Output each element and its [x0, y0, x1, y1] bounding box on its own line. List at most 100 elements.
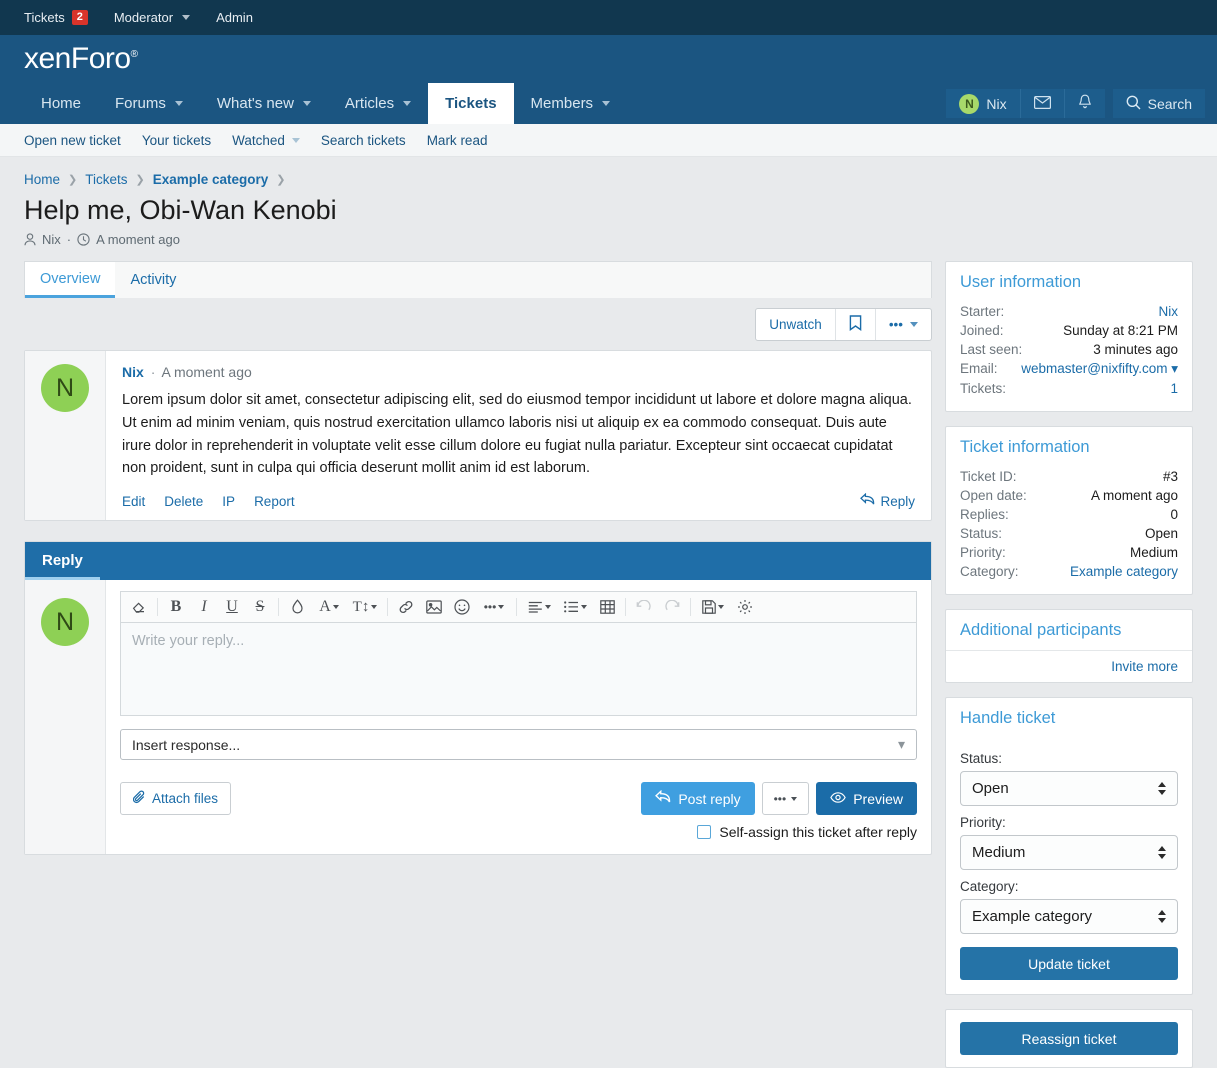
category-field-label: Category: [960, 879, 1178, 894]
strikethrough-button[interactable]: S [246, 594, 274, 620]
reassign-ticket-button[interactable]: Reassign ticket [960, 1022, 1178, 1055]
subnav-item-open-new-ticket[interactable]: Open new ticket [24, 133, 121, 148]
reply-editor-footer: Attach files Post reply [120, 782, 917, 840]
user-icon [24, 232, 36, 247]
user-info-row-last-seen: Last seen: 3 minutes ago [960, 340, 1178, 359]
breadcrumb-item-tickets[interactable]: Tickets [85, 172, 127, 187]
topbar-admin-link[interactable]: Admin [216, 10, 253, 25]
breadcrumb-item-example-category[interactable]: Example category [153, 172, 269, 187]
sidebar: User information Starter: Nix Joined: Su… [945, 261, 1193, 1068]
text-color-icon[interactable] [283, 594, 311, 620]
nav-item-members[interactable]: Members [514, 83, 628, 124]
update-ticket-button[interactable]: Update ticket [960, 947, 1178, 980]
subnav-label-search-tickets: Search tickets [321, 133, 406, 148]
ticket-info-row-open-date: Open date: A moment ago [960, 486, 1178, 505]
additional-participants-footer: Invite more [946, 651, 1192, 682]
status-field-label: Status: [960, 751, 1178, 766]
nav-item-home[interactable]: Home [24, 83, 98, 124]
unwatch-button[interactable]: Unwatch [756, 309, 836, 340]
subnav-item-mark-read[interactable]: Mark read [427, 133, 488, 148]
user-info-key-email: Email: [960, 361, 998, 376]
list-button[interactable] [557, 594, 593, 620]
status-select[interactable]: Open [960, 771, 1178, 806]
ellipsis-icon: ••• [484, 600, 497, 614]
category-select[interactable]: Example category [960, 899, 1178, 934]
image-icon[interactable] [420, 594, 448, 620]
post-action-report[interactable]: Report [254, 494, 295, 509]
chevron-down-icon [303, 101, 311, 106]
self-assign-checkbox[interactable] [697, 825, 711, 839]
post-author-link[interactable]: Nix [122, 364, 144, 380]
priority-select[interactable]: Medium [960, 835, 1178, 870]
emoji-icon[interactable] [448, 594, 476, 620]
post-timestamp[interactable]: A moment ago [161, 364, 251, 380]
user-menu-button[interactable]: N Nix [946, 89, 1020, 118]
self-assign-row[interactable]: Self-assign this ticket after reply [641, 824, 917, 840]
invite-more-link[interactable]: Invite more [1111, 659, 1178, 674]
user-info-value-starter[interactable]: Nix [1159, 304, 1179, 319]
font-family-button[interactable]: A [311, 594, 347, 620]
post-action-ip[interactable]: IP [222, 494, 235, 509]
topbar-moderator-link[interactable]: Moderator [114, 10, 190, 25]
alerts-button[interactable] [1065, 89, 1105, 118]
more-formatting-button[interactable]: ••• [476, 594, 512, 620]
logo-text: xenForo [24, 42, 131, 75]
reply-more-options-button[interactable]: ••• [762, 782, 810, 815]
user-info-row-email: Email: webmaster@nixfifty.com ▾ [960, 359, 1178, 379]
draft-save-button[interactable] [695, 594, 731, 620]
breadcrumb-item-home[interactable]: Home [24, 172, 60, 187]
more-options-button[interactable]: ••• [876, 309, 931, 340]
user-info-value-email[interactable]: webmaster@nixfifty.com ▾ [1021, 361, 1178, 377]
font-size-button[interactable]: T↕ [347, 594, 383, 620]
post-action-delete[interactable]: Delete [164, 494, 203, 509]
user-info-value-tickets[interactable]: 1 [1170, 381, 1178, 396]
post-action-edit[interactable]: Edit [122, 494, 145, 509]
post-reply-button[interactable]: Reply [860, 493, 915, 509]
main-navigation: Home Forums What's new Articles Tickets … [0, 83, 1217, 124]
nav-label-whats-new: What's new [217, 95, 294, 112]
align-button[interactable] [521, 594, 557, 620]
status-select-value: Open [972, 780, 1009, 797]
undo-icon[interactable] [630, 594, 658, 620]
subnav-label-mark-read: Mark read [427, 133, 488, 148]
ticket-info-value-category[interactable]: Example category [1070, 564, 1178, 579]
link-icon[interactable] [392, 594, 420, 620]
insert-response-select[interactable]: Insert response... ▾ [120, 729, 917, 760]
remove-formatting-icon[interactable] [125, 594, 153, 620]
additional-participants-block: Additional participants Invite more [945, 609, 1193, 683]
subnav-item-your-tickets[interactable]: Your tickets [142, 133, 211, 148]
category-select-value: Example category [972, 908, 1092, 925]
bookmark-button[interactable] [836, 309, 876, 340]
nav-item-forums[interactable]: Forums [98, 83, 200, 124]
breadcrumb: Home ❯ Tickets ❯ Example category ❯ [24, 172, 1193, 187]
reply-arrow-icon [655, 790, 671, 807]
post-reply-button[interactable]: Post reply [641, 782, 754, 815]
reply-editor-main: B I U S A T↕ [106, 580, 931, 854]
attach-files-button[interactable]: Attach files [120, 782, 231, 815]
nav-item-whats-new[interactable]: What's new [200, 83, 328, 124]
tab-overview[interactable]: Overview [25, 262, 115, 298]
subnav-item-watched[interactable]: Watched [232, 133, 300, 148]
reply-textarea[interactable]: Write your reply... [120, 622, 917, 716]
site-logo[interactable]: xenForo® [24, 42, 137, 76]
envelope-icon [1034, 96, 1051, 112]
tab-activity[interactable]: Activity [115, 262, 191, 298]
search-button[interactable]: Search [1113, 89, 1205, 118]
redo-icon[interactable] [658, 594, 686, 620]
chevron-right-icon: ❯ [276, 173, 285, 186]
gear-icon[interactable] [731, 594, 759, 620]
avatar[interactable]: N [41, 364, 89, 412]
bold-button[interactable]: B [162, 594, 190, 620]
tab-label-overview: Overview [40, 271, 100, 287]
table-icon[interactable] [593, 594, 621, 620]
page-meta-time: A moment ago [96, 232, 180, 247]
nav-item-tickets[interactable]: Tickets [428, 83, 513, 124]
preview-button[interactable]: Preview [816, 782, 917, 815]
priority-select-value: Medium [972, 844, 1025, 861]
inbox-button[interactable] [1021, 89, 1065, 118]
underline-button[interactable]: U [218, 594, 246, 620]
nav-item-articles[interactable]: Articles [328, 83, 428, 124]
italic-button[interactable]: I [190, 594, 218, 620]
topbar-tickets-link[interactable]: Tickets 2 [24, 10, 88, 25]
subnav-item-search-tickets[interactable]: Search tickets [321, 133, 406, 148]
